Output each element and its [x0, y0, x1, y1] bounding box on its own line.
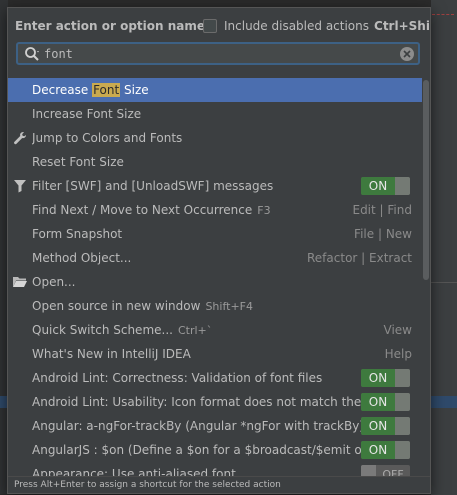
- result-shortcut: Ctrl+`: [177, 324, 213, 337]
- error-underline: [432, 14, 454, 16]
- result-label: Angular: a-ngFor-trackBy (Angular *ngFor…: [32, 419, 362, 433]
- results-list: Decrease Font Size Increase Font Size Jump…: [8, 78, 422, 476]
- popup-title: Enter action or option name:: [15, 19, 210, 33]
- result-row[interactable]: Filter [SWF] and [UnloadSWF] messages ON: [8, 174, 422, 198]
- result-group: View: [383, 323, 412, 337]
- result-group: File | New: [354, 227, 412, 241]
- result-label: Decrease Font Size: [32, 83, 149, 97]
- option-toggle[interactable]: OFF: [361, 465, 410, 476]
- scrollbar-thumb[interactable]: [423, 80, 429, 280]
- include-disabled-option[interactable]: Include disabled actions Ctrl+Shift+A: [203, 19, 430, 33]
- result-label: Android Lint: Usability: Icon format doe…: [32, 395, 362, 409]
- result-row[interactable]: Quick Switch Scheme... Ctrl+` View: [8, 318, 422, 342]
- wrench-icon: [12, 130, 28, 146]
- result-row[interactable]: Method Object... Refactor | Extract: [8, 246, 422, 270]
- result-row[interactable]: Form Snapshot File | New: [8, 222, 422, 246]
- include-disabled-shortcut: Ctrl+Shift+A: [374, 19, 430, 33]
- result-group: Edit | Find: [352, 203, 412, 217]
- result-row[interactable]: Reset Font Size: [8, 150, 422, 174]
- result-label: Increase Font Size: [32, 107, 142, 121]
- result-row[interactable]: Increase Font Size: [8, 102, 422, 126]
- include-disabled-checkbox[interactable]: [203, 19, 217, 33]
- option-toggle[interactable]: ON: [361, 369, 410, 387]
- search-box[interactable]: [16, 42, 420, 65]
- footer-hint: Press Alt+Enter to assign a shortcut for…: [8, 476, 430, 493]
- option-toggle[interactable]: ON: [361, 177, 410, 195]
- result-row[interactable]: Jump to Colors and Fonts: [8, 126, 422, 150]
- result-row[interactable]: Open...: [8, 270, 422, 294]
- result-label: Jump to Colors and Fonts: [32, 131, 183, 145]
- search-input[interactable]: [44, 46, 400, 61]
- filter-icon: [12, 178, 28, 194]
- search-icon: [25, 46, 39, 61]
- option-toggle[interactable]: ON: [361, 417, 410, 435]
- result-group: Help: [384, 347, 412, 361]
- result-label: AngularJS : $on (Define a $on for a $bro…: [32, 443, 362, 457]
- option-toggle[interactable]: ON: [361, 441, 410, 459]
- result-label: Reset Font Size: [32, 155, 124, 169]
- bottom-side-panel: [431, 282, 457, 495]
- result-label: Appearance: Use anti-aliased font: [32, 467, 236, 476]
- match-highlight: Font: [92, 83, 121, 97]
- result-label: Android Lint: Correctness: Validation of…: [32, 371, 323, 385]
- result-group: Refactor | Extract: [307, 251, 412, 265]
- result-label: Filter [SWF] and [UnloadSWF] messages: [32, 179, 274, 193]
- result-row[interactable]: Decrease Font Size: [8, 78, 422, 102]
- result-label: Find Next / Move to Next Occurrence F3: [32, 203, 271, 217]
- popup-header: Enter action or option name: Include dis…: [8, 8, 430, 42]
- result-label: What's New in IntelliJ IDEA: [32, 347, 191, 361]
- result-label: Open source in new window Shift+F4: [32, 299, 253, 313]
- result-row[interactable]: Angular: a-ngFor-trackBy (Angular *ngFor…: [8, 414, 422, 438]
- result-row[interactable]: Android Lint: Usability: Icon format doe…: [8, 390, 422, 414]
- option-toggle[interactable]: ON: [361, 393, 410, 411]
- result-row[interactable]: Find Next / Move to Next Occurrence F3 Edi…: [8, 198, 422, 222]
- result-shortcut: Shift+F4: [205, 300, 253, 313]
- result-label: Quick Switch Scheme... Ctrl+`: [32, 323, 213, 337]
- result-label: Open...: [32, 275, 76, 289]
- include-disabled-label: Include disabled actions: [224, 19, 370, 33]
- result-row[interactable]: Appearance: Use anti-aliased font OFF: [8, 462, 422, 476]
- find-action-popup: Enter action or option name: Include dis…: [7, 7, 431, 494]
- result-shortcut: F3: [257, 204, 271, 217]
- clear-search-icon[interactable]: [400, 46, 414, 61]
- folder-icon: [12, 274, 28, 290]
- result-label: Method Object...: [32, 251, 132, 265]
- result-row[interactable]: Android Lint: Correctness: Validation of…: [8, 366, 422, 390]
- result-row[interactable]: What's New in IntelliJ IDEA Help: [8, 342, 422, 366]
- result-label: Form Snapshot: [32, 227, 123, 241]
- result-row[interactable]: AngularJS : $on (Define a $on for a $bro…: [8, 438, 422, 462]
- result-row[interactable]: Open source in new window Shift+F4: [8, 294, 422, 318]
